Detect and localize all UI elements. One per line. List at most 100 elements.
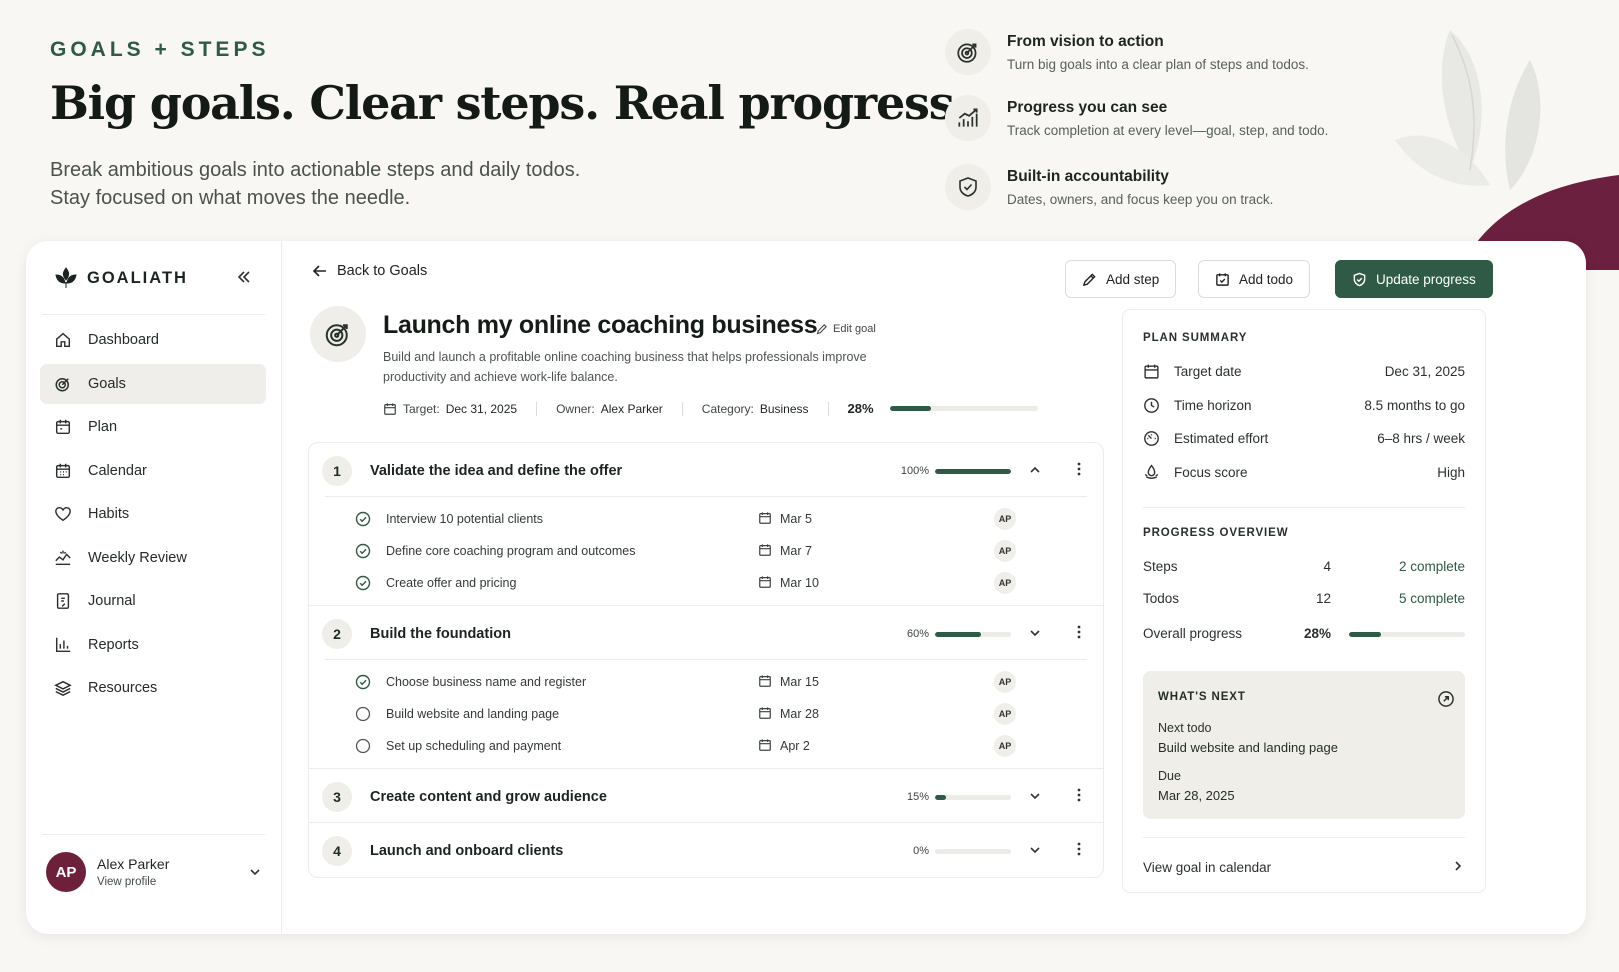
heart-icon: [55, 506, 71, 522]
layers-icon: [54, 680, 72, 697]
goal-owner: Owner: Alex Parker: [556, 401, 683, 416]
todo-checkbox[interactable]: [355, 706, 371, 722]
todo-checkbox[interactable]: [355, 543, 371, 559]
next-todo-value[interactable]: Build website and landing page: [1158, 740, 1338, 755]
divider: [1143, 507, 1465, 508]
sidebar-item-dashboard[interactable]: Dashboard: [40, 320, 266, 360]
goal-progress-percent: 28%: [847, 401, 874, 416]
sidebar-item-habits[interactable]: Habits: [40, 494, 266, 534]
sidebar-item-resources[interactable]: Resources: [40, 668, 266, 708]
overview-complete: 5 complete: [1398, 591, 1465, 606]
step-item: 4 Launch and onboard clients 0%: [309, 823, 1103, 876]
pencil-icon: [1082, 272, 1096, 286]
summary-label: Focus score: [1174, 465, 1248, 480]
sidebar-item-reports[interactable]: Reports: [40, 625, 266, 665]
overview-count: 4: [1323, 559, 1331, 574]
whats-next-card: WHAT'S NEXT Next todo Build website and …: [1143, 671, 1465, 819]
expand-step-button[interactable]: [1028, 626, 1042, 640]
step-item: 2 Build the foundation 60% Choose business …: [309, 606, 1103, 769]
collapse-step-button[interactable]: [1028, 463, 1042, 477]
category-label: Category:: [701, 401, 754, 416]
todo-item[interactable]: Define core coaching program and outcome…: [325, 535, 1087, 567]
step-header[interactable]: 4 Launch and onboard clients 0%: [309, 823, 1103, 876]
back-to-goals-link[interactable]: Back to Goals: [312, 263, 427, 279]
next-todo-label: Next todo: [1158, 721, 1212, 735]
summary-label: Target date: [1174, 364, 1242, 379]
goal-target: Target: Dec 31, 2025: [383, 401, 538, 416]
todo-checkbox[interactable]: [355, 674, 371, 690]
arrow-up-right-circle-icon[interactable]: [1437, 690, 1455, 708]
app-logo[interactable]: GOALIATH: [54, 266, 188, 290]
feature-desc: Turn big goals into a clear plan of step…: [1007, 57, 1309, 72]
todo-title: Interview 10 potential clients: [386, 512, 544, 526]
feature-title: From vision to action: [1007, 33, 1164, 50]
view-in-calendar-link[interactable]: View goal in calendar: [1143, 860, 1271, 875]
todo-checkbox[interactable]: [355, 511, 371, 527]
divider: [1143, 837, 1465, 838]
add-step-button[interactable]: Add step: [1065, 260, 1177, 298]
collapse-sidebar-button[interactable]: [236, 269, 252, 285]
step-menu-button[interactable]: [1071, 787, 1087, 803]
chevron-down-icon[interactable]: [248, 865, 262, 879]
effort-icon: [1144, 431, 1159, 446]
sidebar-item-label: Journal: [88, 593, 136, 609]
todo-owner-avatar: AP: [994, 572, 1016, 594]
todo-date: Mar 5: [780, 512, 812, 526]
step-progress-bar: [935, 632, 1011, 637]
step-title: Create content and grow audience: [370, 789, 607, 805]
sidebar-nav: Dashboard Goals Plan Calendar Habits Wee…: [40, 320, 266, 712]
calendar-check-icon: [1216, 272, 1229, 286]
update-progress-button[interactable]: Update progress: [1335, 260, 1493, 298]
sidebar-item-journal[interactable]: Journal: [40, 581, 266, 621]
expand-step-button[interactable]: [1028, 789, 1042, 803]
sidebar-item-plan[interactable]: Plan: [40, 407, 266, 447]
sidebar-item-calendar[interactable]: Calendar: [40, 451, 266, 491]
target-value: Dec 31, 2025: [445, 401, 518, 416]
calendar-icon: [384, 402, 396, 415]
overview-progress-fill: [1349, 632, 1382, 637]
review-icon: [55, 550, 71, 565]
step-title: Validate the idea and define the offer: [370, 463, 623, 479]
step-percent: 15%: [906, 791, 929, 803]
step-menu-button[interactable]: [1071, 461, 1087, 477]
edit-goal-link[interactable]: Edit goal: [816, 323, 876, 335]
todo-item[interactable]: Build website and landing page Mar 28 AP: [325, 698, 1087, 730]
step-menu-button[interactable]: [1071, 841, 1087, 857]
empty-circle-icon: [355, 738, 371, 754]
step-item: 3 Create content and grow audience 15%: [309, 769, 1103, 823]
todo-owner-avatar: AP: [994, 508, 1016, 530]
more-vertical-icon: [1077, 842, 1081, 856]
todo-item[interactable]: Set up scheduling and payment Apr 2 AP: [325, 730, 1087, 762]
todo-item[interactable]: Create offer and pricing Mar 10 AP: [325, 567, 1087, 599]
view-profile-link[interactable]: View profile: [97, 876, 169, 888]
double-chevron-left-icon: [237, 271, 250, 283]
add-todo-button[interactable]: Add todo: [1198, 260, 1311, 298]
chevron-right-icon[interactable]: [1451, 859, 1465, 873]
expand-step-button[interactable]: [1028, 843, 1042, 857]
goal-description: Build and launch a profitable online coa…: [383, 350, 867, 384]
calendar-plan-icon: [55, 419, 71, 435]
todo-item[interactable]: Choose business name and register Mar 15 A…: [325, 666, 1087, 698]
sidebar-item-weekly-review[interactable]: Weekly Review: [40, 538, 266, 578]
target-icon: [325, 324, 348, 347]
due-label: Due: [1158, 769, 1181, 783]
feature-desc: Dates, owners, and focus keep you on tra…: [1007, 192, 1274, 207]
decorative-leaves: [1395, 30, 1619, 270]
step-header[interactable]: 2 Build the foundation 60%: [309, 606, 1103, 659]
step-number: 2: [322, 619, 352, 649]
todo-item[interactable]: Interview 10 potential clients Mar 5 AP: [325, 503, 1087, 535]
add-todo-label: Add todo: [1239, 271, 1294, 287]
overview-label: Todos: [1143, 591, 1180, 606]
todo-checkbox[interactable]: [355, 575, 371, 591]
avatar: AP: [46, 852, 86, 892]
step-menu-button[interactable]: [1071, 624, 1087, 640]
step-header[interactable]: 1 Validate the idea and define the offer 1…: [309, 443, 1103, 496]
sidebar-item-label: Dashboard: [88, 332, 159, 348]
calendar-icon: [759, 576, 771, 588]
check-circle-icon: [355, 543, 371, 559]
step-header[interactable]: 3 Create content and grow audience 15%: [309, 769, 1103, 822]
todo-checkbox[interactable]: [355, 738, 371, 754]
chevron-down-icon: [1030, 847, 1040, 854]
sidebar-item-goals[interactable]: Goals: [40, 363, 266, 404]
user-profile[interactable]: AP Alex Parker View profile: [46, 852, 262, 892]
